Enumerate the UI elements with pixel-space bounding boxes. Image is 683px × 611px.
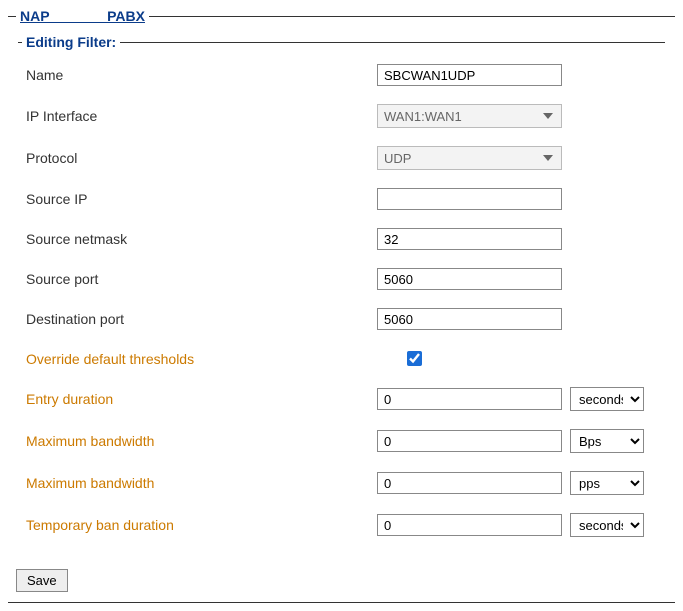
label-entry-duration: Entry duration bbox=[22, 391, 377, 407]
row-override: Override default thresholds bbox=[22, 348, 661, 369]
source-ip-input[interactable] bbox=[377, 188, 562, 210]
row-destination-port: Destination port bbox=[22, 308, 661, 330]
editing-filter-group: Editing Filter: Name IP Interface WAN1:W… bbox=[18, 34, 665, 563]
entry-duration-unit[interactable]: seconds bbox=[570, 387, 644, 411]
label-temp-ban: Temporary ban duration bbox=[22, 517, 377, 533]
row-temp-ban: Temporary ban duration seconds bbox=[22, 513, 661, 537]
protocol-select[interactable]: UDP bbox=[377, 146, 562, 170]
label-max-bandwidth-bps: Maximum bandwidth bbox=[22, 433, 377, 449]
row-source-ip: Source IP bbox=[22, 188, 661, 210]
save-button[interactable]: Save bbox=[16, 569, 68, 592]
nap-legend: NAP_ _PABX bbox=[16, 8, 149, 24]
label-protocol: Protocol bbox=[22, 150, 377, 166]
max-bandwidth-pps-unit[interactable]: pps bbox=[570, 471, 644, 495]
label-destination-port: Destination port bbox=[22, 311, 377, 327]
label-source-netmask: Source netmask bbox=[22, 231, 377, 247]
label-override: Override default thresholds bbox=[22, 351, 377, 367]
override-checkbox[interactable] bbox=[407, 351, 422, 366]
label-ip-interface: IP Interface bbox=[22, 108, 377, 124]
row-source-netmask: Source netmask bbox=[22, 228, 661, 250]
row-max-bandwidth-pps: Maximum bandwidth pps bbox=[22, 471, 661, 495]
nap-group: NAP_ _PABX Editing Filter: Name IP Inter… bbox=[8, 8, 675, 603]
label-name: Name bbox=[22, 67, 377, 83]
row-name: Name bbox=[22, 64, 661, 86]
row-ip-interface: IP Interface WAN1:WAN1 bbox=[22, 104, 661, 128]
temp-ban-input[interactable] bbox=[377, 514, 562, 536]
save-row: Save bbox=[16, 569, 667, 592]
max-bandwidth-bps-input[interactable] bbox=[377, 430, 562, 452]
row-max-bandwidth-bps: Maximum bandwidth Bps bbox=[22, 429, 661, 453]
max-bandwidth-bps-unit[interactable]: Bps bbox=[570, 429, 644, 453]
row-entry-duration: Entry duration seconds bbox=[22, 387, 661, 411]
label-max-bandwidth-pps: Maximum bandwidth bbox=[22, 475, 377, 491]
source-netmask-input[interactable] bbox=[377, 228, 562, 250]
source-port-input[interactable] bbox=[377, 268, 562, 290]
label-source-port: Source port bbox=[22, 271, 377, 287]
entry-duration-input[interactable] bbox=[377, 388, 562, 410]
name-input[interactable] bbox=[377, 64, 562, 86]
ip-interface-select[interactable]: WAN1:WAN1 bbox=[377, 104, 562, 128]
editing-filter-legend: Editing Filter: bbox=[22, 34, 120, 50]
destination-port-input[interactable] bbox=[377, 308, 562, 330]
label-source-ip: Source IP bbox=[22, 191, 377, 207]
temp-ban-unit[interactable]: seconds bbox=[570, 513, 644, 537]
row-source-port: Source port bbox=[22, 268, 661, 290]
max-bandwidth-pps-input[interactable] bbox=[377, 472, 562, 494]
row-protocol: Protocol UDP bbox=[22, 146, 661, 170]
